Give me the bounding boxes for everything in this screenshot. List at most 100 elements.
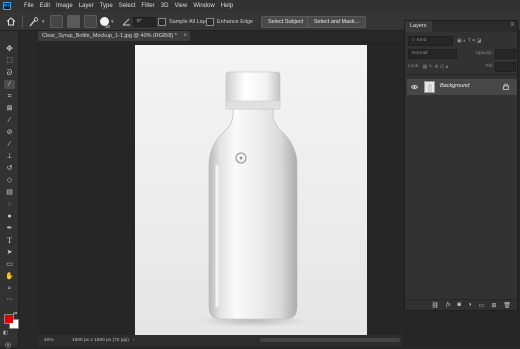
document-dimensions: 1500 px x 1600 px (72 ppi)	[72, 338, 129, 343]
panel-menu-icon[interactable]: ≡	[510, 22, 514, 28]
sample-all-layers-option[interactable]: Sample All Layers	[158, 12, 213, 31]
menu-items: File Edit Image Layer Type Select Filter…	[21, 0, 236, 12]
type-tool-icon[interactable]: T	[4, 236, 15, 245]
chevron-down-icon: ▾	[42, 18, 45, 25]
selection-mode-group	[50, 12, 97, 31]
menu-file[interactable]: File	[21, 0, 37, 12]
divider	[405, 74, 517, 75]
new-layer-icon[interactable]: ⊞	[491, 302, 496, 309]
lock-icons[interactable]: ▦✎✥⊡🔒︎	[422, 64, 449, 70]
select-mask-wrap: Select and Mask...	[307, 12, 367, 31]
eye-icon[interactable]	[411, 84, 418, 90]
layer-filter-row: ⌕ Kind ▣◐T⌗◪	[408, 35, 516, 46]
adjustment-icon[interactable]: ◑	[468, 302, 472, 308]
new-selection-toggle[interactable]	[50, 15, 63, 28]
document-tab-title: Clear_Syrup_Bottle_Mockup_1-1.jpg @ 40% …	[42, 33, 177, 39]
canvas-area[interactable]	[38, 41, 402, 335]
quick-selection-tool-icon[interactable]: ⁄	[4, 80, 15, 89]
trash-icon[interactable]: 🗑︎	[503, 302, 511, 309]
blend-opacity-row: Normal Opacity:	[408, 48, 516, 59]
lock-icon	[503, 83, 509, 90]
brush-size-value: 30	[105, 24, 111, 29]
quick-mask-icon[interactable]: ◎	[5, 341, 11, 349]
search-icon: ⌕	[412, 37, 415, 43]
subtract-selection-toggle[interactable]	[84, 15, 97, 28]
rectangle-tool-icon[interactable]: ▭	[4, 260, 15, 269]
default-colors-icon[interactable]: ◧	[3, 330, 8, 336]
path-selection-tool-icon[interactable]: ➤	[4, 248, 15, 257]
lock-fill-row: Lock: ▦✎✥⊡🔒︎ Fill:	[408, 61, 516, 72]
photoshop-logo: Ps	[3, 2, 11, 10]
dodge-tool-icon[interactable]: ●	[4, 212, 15, 221]
add-to-selection-toggle[interactable]	[67, 15, 80, 28]
lock-label: Lock:	[408, 64, 420, 69]
menu-view[interactable]: View	[171, 0, 190, 12]
link-icon[interactable]: ⛓	[431, 302, 439, 309]
document-canvas[interactable]	[135, 45, 367, 335]
more-tools-icon[interactable]: ⋯	[4, 296, 15, 305]
fill-field[interactable]	[495, 61, 516, 72]
layer-filter-kind[interactable]: ⌕ Kind	[408, 35, 453, 46]
select-subject-wrap: Select Subject	[261, 12, 311, 31]
menu-3d[interactable]: 3D	[158, 0, 172, 12]
fill-label: Fill:	[485, 64, 493, 69]
tool-preset-picker[interactable]: ▾	[28, 12, 45, 31]
eraser-tool-icon[interactable]: ◇	[4, 176, 15, 185]
layer-thumbnail	[424, 81, 435, 93]
layer-row-background[interactable]: Background	[407, 79, 517, 95]
document-tabs: Clear_Syrup_Bottle_Mockup_1-1.jpg @ 40% …	[38, 31, 402, 41]
mask-icon[interactable]: ◙	[457, 302, 461, 308]
blur-tool-icon[interactable]: ◌	[4, 200, 15, 209]
marquee-tool-icon[interactable]: ⬚	[4, 56, 15, 65]
lasso-tool-icon[interactable]: ᘐ	[4, 68, 15, 77]
menu-filter[interactable]: Filter	[138, 0, 157, 12]
menu-window[interactable]: Window	[190, 0, 217, 12]
history-brush-tool-icon[interactable]: ↺	[4, 164, 15, 173]
menu-layer[interactable]: Layer	[76, 0, 97, 12]
tab-document[interactable]: Clear_Syrup_Bottle_Mockup_1-1.jpg @ 40% …	[38, 31, 190, 41]
opacity-control: Opacity:	[475, 48, 516, 59]
foreground-color-fill	[5, 315, 13, 323]
zoom-level[interactable]: 40%	[44, 335, 64, 346]
opacity-field[interactable]	[495, 48, 516, 59]
status-menu-arrow-icon[interactable]: ›	[133, 335, 135, 346]
angle-icon	[122, 18, 130, 25]
close-icon[interactable]: ×	[183, 31, 187, 41]
horizontal-scrollbar[interactable]	[260, 338, 400, 342]
layers-panel-header: Layers ≡	[405, 21, 517, 32]
swap-colors-icon[interactable]: ⇄	[13, 311, 17, 317]
zoom-tool-icon[interactable]: ⌕	[4, 284, 15, 293]
select-subject-button[interactable]: Select Subject	[261, 15, 311, 28]
separator	[22, 15, 23, 28]
menu-edit[interactable]: Edit	[37, 0, 53, 12]
angle-field[interactable]: 0°	[133, 16, 156, 27]
frame-tool-icon[interactable]: ⊠	[4, 104, 15, 113]
clone-stamp-tool-icon[interactable]: ⊥	[4, 152, 15, 161]
tab-layers[interactable]: Layers	[405, 21, 432, 32]
menu-image[interactable]: Image	[53, 0, 76, 12]
enhance-edge-label: Enhance Edge	[217, 18, 254, 25]
layer-filter-kind-label: Kind	[416, 37, 427, 43]
folder-icon[interactable]: ▭	[479, 302, 485, 309]
move-tool-icon[interactable]: ✥	[4, 44, 15, 53]
sample-all-layers-checkbox[interactable]	[158, 17, 166, 26]
menu-help[interactable]: Help	[218, 0, 236, 12]
enhance-edge-checkbox[interactable]	[206, 17, 214, 26]
enhance-edge-option[interactable]: Enhance Edge	[206, 12, 253, 31]
healing-brush-tool-icon[interactable]: ⊘	[4, 128, 15, 137]
menu-type[interactable]: Type	[97, 0, 116, 12]
gradient-tool-icon[interactable]: ▤	[4, 188, 15, 197]
brush-tool-icon[interactable]: ⁄	[4, 140, 15, 149]
crop-tool-icon[interactable]: ⌗	[4, 92, 15, 101]
chevron-down-icon: ▾	[111, 18, 114, 25]
home-button[interactable]	[6, 12, 16, 31]
menu-select[interactable]: Select	[116, 0, 139, 12]
blend-mode-select[interactable]: Normal	[408, 48, 457, 59]
select-and-mask-button[interactable]: Select and Mask...	[307, 15, 367, 28]
filter-icons[interactable]: ▣◐T⌗◪	[457, 38, 483, 44]
pen-tool-icon[interactable]: ✒	[4, 224, 15, 233]
hand-tool-icon[interactable]: ✋	[4, 272, 15, 281]
layer-name[interactable]: Background	[440, 83, 469, 89]
fx-icon[interactable]: fx	[446, 302, 450, 308]
eyedropper-tool-icon[interactable]: ⁄	[4, 116, 15, 125]
